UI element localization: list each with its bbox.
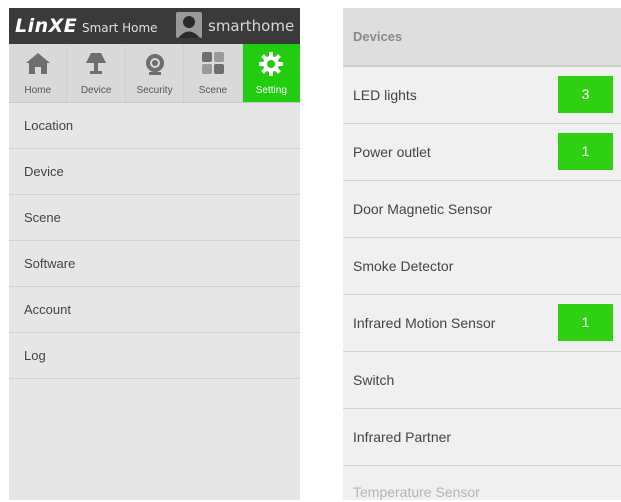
device-count-badge: 1 [558, 133, 613, 170]
home-icon [25, 53, 50, 74]
tab-bar: Home Device Security Scene Setting [9, 44, 300, 103]
top-bar: LinXE Smart Home smarthome [9, 8, 300, 44]
device-count-badge: 3 [558, 76, 613, 113]
tab-label: Setting [255, 85, 287, 96]
tab-device[interactable]: Device [67, 44, 126, 102]
menu-item-log[interactable]: Log [9, 333, 300, 379]
device-name: Smoke Detector [353, 258, 454, 274]
scene-icon [201, 52, 224, 74]
tab-setting[interactable]: Setting [242, 44, 300, 102]
device-name: Infrared Motion Sensor [353, 315, 496, 331]
brand-subtitle: Smart Home [82, 21, 158, 35]
settings-menu: Location Device Scene Software Account L… [9, 103, 300, 379]
brand-logo: LinXE [15, 15, 78, 37]
lamp-icon [86, 53, 107, 74]
user-icon [178, 16, 200, 38]
tab-label: Scene [198, 85, 228, 96]
avatar[interactable] [176, 12, 202, 38]
tab-scene[interactable]: Scene [184, 44, 243, 102]
menu-item-software[interactable]: Software [9, 241, 300, 287]
device-name: Door Magnetic Sensor [353, 201, 493, 217]
device-row-led-lights[interactable]: LED lights 3 [343, 67, 621, 124]
tab-security[interactable]: Security [126, 44, 185, 102]
device-row-infrared-partner[interactable]: Infrared Partner [343, 409, 621, 466]
tab-label: Device [80, 85, 112, 96]
device-name: Switch [353, 372, 395, 388]
device-row-door-magnetic-sensor[interactable]: Door Magnetic Sensor [343, 181, 621, 238]
device-row-temperature-sensor[interactable]: Temperature Sensor [343, 466, 621, 500]
gear-icon [259, 52, 284, 76]
device-name: Power outlet [353, 144, 431, 160]
page-title: Devices [343, 8, 621, 67]
settings-screen: LinXE Smart Home smarthome Home Device S… [9, 8, 300, 500]
device-row-switch[interactable]: Switch [343, 352, 621, 409]
device-row-power-outlet[interactable]: Power outlet 1 [343, 124, 621, 181]
device-row-smoke-detector[interactable]: Smoke Detector [343, 238, 621, 295]
tab-label: Security [136, 85, 173, 96]
tab-home[interactable]: Home [9, 44, 68, 102]
menu-item-device[interactable]: Device [9, 149, 300, 195]
device-name: LED lights [353, 87, 417, 103]
device-name: Infrared Partner [353, 429, 452, 445]
device-row-infrared-motion-sensor[interactable]: Infrared Motion Sensor 1 [343, 295, 621, 352]
camera-icon [145, 54, 164, 75]
tab-label: Home [24, 85, 52, 96]
menu-item-scene[interactable]: Scene [9, 195, 300, 241]
menu-item-location[interactable]: Location [9, 103, 300, 149]
devices-screen: Devices LED lights 3 Power outlet 1 Door… [343, 8, 621, 500]
device-name: Temperature Sensor [353, 484, 480, 500]
device-count-badge: 1 [558, 304, 613, 341]
username[interactable]: smarthome [208, 17, 294, 35]
menu-item-account[interactable]: Account [9, 287, 300, 333]
